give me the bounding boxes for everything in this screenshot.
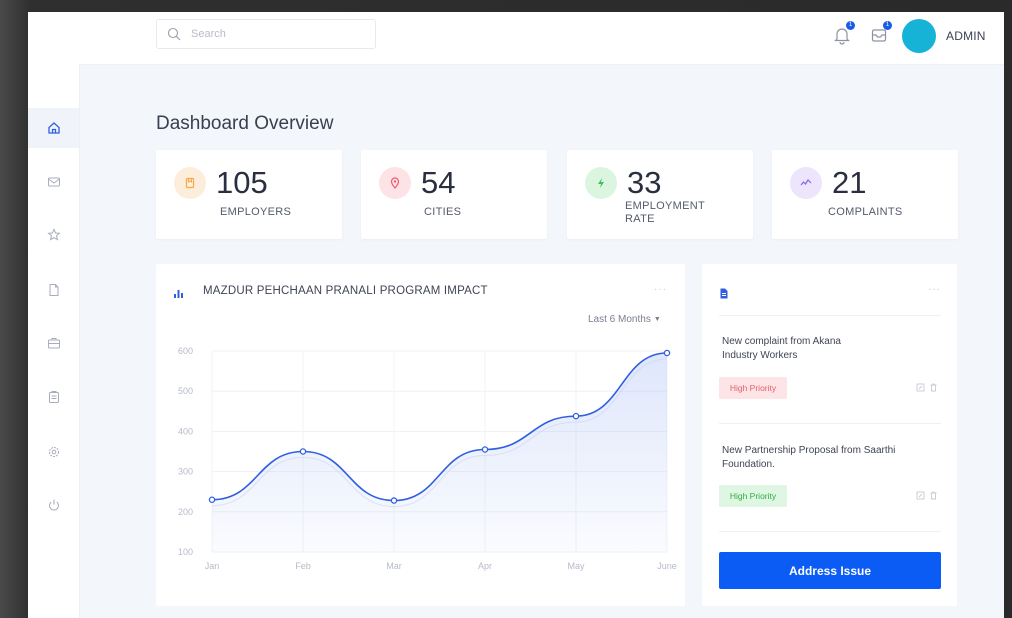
y-tick-label: 600	[178, 346, 193, 356]
stat-value: 54	[421, 165, 456, 200]
y-tick-label: 200	[178, 507, 193, 517]
messages-badge: 1	[883, 21, 892, 30]
avatar[interactable]	[902, 19, 936, 53]
notification-text[interactable]: New complaint from Akana Industry Worker…	[722, 335, 932, 362]
data-point[interactable]	[208, 496, 216, 503]
document-icon	[49, 284, 58, 296]
sidebar	[28, 64, 80, 618]
notifications-card: ··· New complaint from Akana Industry Wo…	[702, 264, 957, 606]
x-tick-label: Jan	[205, 561, 220, 571]
sidebar-item-reports[interactable]	[28, 377, 79, 417]
notifications-button[interactable]: 1	[833, 21, 855, 45]
activity-icon	[800, 179, 812, 186]
edit-icon[interactable]	[916, 383, 925, 392]
stat-card-employers[interactable]: 105 EMPLOYERS	[156, 150, 342, 239]
sidebar-item-favorites[interactable]	[28, 215, 79, 255]
y-tick-label: 100	[178, 547, 193, 557]
user-name[interactable]: ADMIN	[946, 29, 986, 43]
search-box[interactable]	[156, 19, 376, 49]
trash-icon[interactable]	[929, 383, 938, 392]
stat-value: 33	[627, 165, 662, 200]
x-tick-label: Mar	[386, 561, 402, 571]
messages-button[interactable]: 1	[870, 21, 892, 45]
file-icon	[720, 288, 728, 299]
stat-label: CITIES	[424, 206, 462, 218]
program-impact-card: MAZDUR PEHCHAAN PRANALI PROGRAM IMPACT ·…	[156, 264, 685, 606]
sidebar-item-settings[interactable]	[28, 432, 79, 472]
stat-label: EMPLOYMENT RATE	[625, 200, 705, 226]
stat-value: 21	[832, 165, 867, 200]
stat-label: EMPLOYERS	[220, 206, 292, 218]
sidebar-item-documents[interactable]	[28, 270, 79, 310]
notification-badge: 1	[846, 21, 855, 30]
y-tick-label: 500	[178, 386, 193, 396]
bookmark-icon	[185, 177, 195, 189]
edit-icon[interactable]	[916, 491, 925, 500]
home-icon	[47, 122, 60, 134]
notification-line: New complaint from Akana	[722, 336, 841, 347]
sidebar-item-mail[interactable]	[28, 162, 79, 202]
stat-label: COMPLAINTS	[828, 206, 903, 218]
y-tick-label: 400	[178, 426, 193, 436]
stat-label-line2: RATE	[625, 213, 655, 225]
sidebar-item-home[interactable]	[28, 108, 79, 148]
row-actions	[916, 491, 938, 500]
settings-icon	[48, 447, 59, 457]
address-issue-button[interactable]: Address Issue	[719, 552, 941, 589]
x-tick-label: May	[567, 561, 585, 571]
location-pin-icon	[390, 177, 400, 189]
stat-card-cities[interactable]: 54 CITIES	[361, 150, 547, 239]
search-icon	[167, 27, 181, 41]
more-options-button[interactable]: ···	[928, 284, 941, 295]
data-point[interactable]	[572, 412, 580, 420]
lightning-icon	[598, 178, 604, 188]
power-icon	[48, 499, 59, 511]
page-title: Dashboard Overview	[156, 113, 334, 134]
y-tick-label: 300	[178, 467, 193, 477]
x-tick-label: June	[657, 561, 677, 571]
search-input[interactable]	[189, 27, 363, 41]
x-tick-label: Apr	[478, 561, 492, 571]
data-point[interactable]	[390, 497, 398, 504]
impact-chart: 100 200 300 400 500 600 Jan Feb Mar Apr May June	[178, 346, 677, 571]
sidebar-item-logout[interactable]	[28, 485, 79, 525]
divider	[719, 315, 941, 316]
stat-icon-wrap	[379, 167, 411, 199]
mail-icon	[47, 177, 60, 187]
top-bar: 1 1 ADMIN	[28, 12, 1004, 65]
stat-value: 105	[216, 165, 268, 200]
app-window: 1 1 ADMIN	[28, 12, 1004, 618]
divider	[719, 531, 941, 532]
stat-label-line1: EMPLOYMENT	[625, 200, 706, 212]
stat-card-employment-rate[interactable]: 33 EMPLOYMENT RATE	[567, 150, 753, 239]
notification-text[interactable]: New Partnership Proposal from Saarthi Fo…	[722, 444, 932, 471]
trash-icon[interactable]	[929, 491, 938, 500]
divider	[719, 423, 941, 424]
stat-card-complaints[interactable]: 21 COMPLAINTS	[772, 150, 958, 239]
sidebar-item-jobs[interactable]	[28, 323, 79, 363]
clipboard-icon	[48, 391, 59, 403]
notification-line: Foundation.	[722, 458, 775, 470]
data-point[interactable]	[299, 448, 307, 455]
data-point[interactable]	[481, 446, 489, 453]
x-tick-label: Feb	[295, 561, 311, 571]
notification-line: New Partnership Proposal from Saarthi	[722, 445, 896, 456]
series-area	[212, 353, 667, 552]
stat-icon-wrap	[585, 167, 617, 199]
stat-icon-wrap	[790, 167, 822, 199]
priority-badge: High Priority	[719, 377, 787, 399]
notification-line: Industry Workers	[722, 349, 798, 361]
priority-badge: High Priority	[719, 485, 787, 507]
stat-icon-wrap	[174, 167, 206, 199]
data-point[interactable]	[663, 349, 671, 357]
star-icon	[46, 228, 61, 241]
briefcase-icon	[47, 338, 60, 349]
row-actions	[916, 383, 938, 392]
